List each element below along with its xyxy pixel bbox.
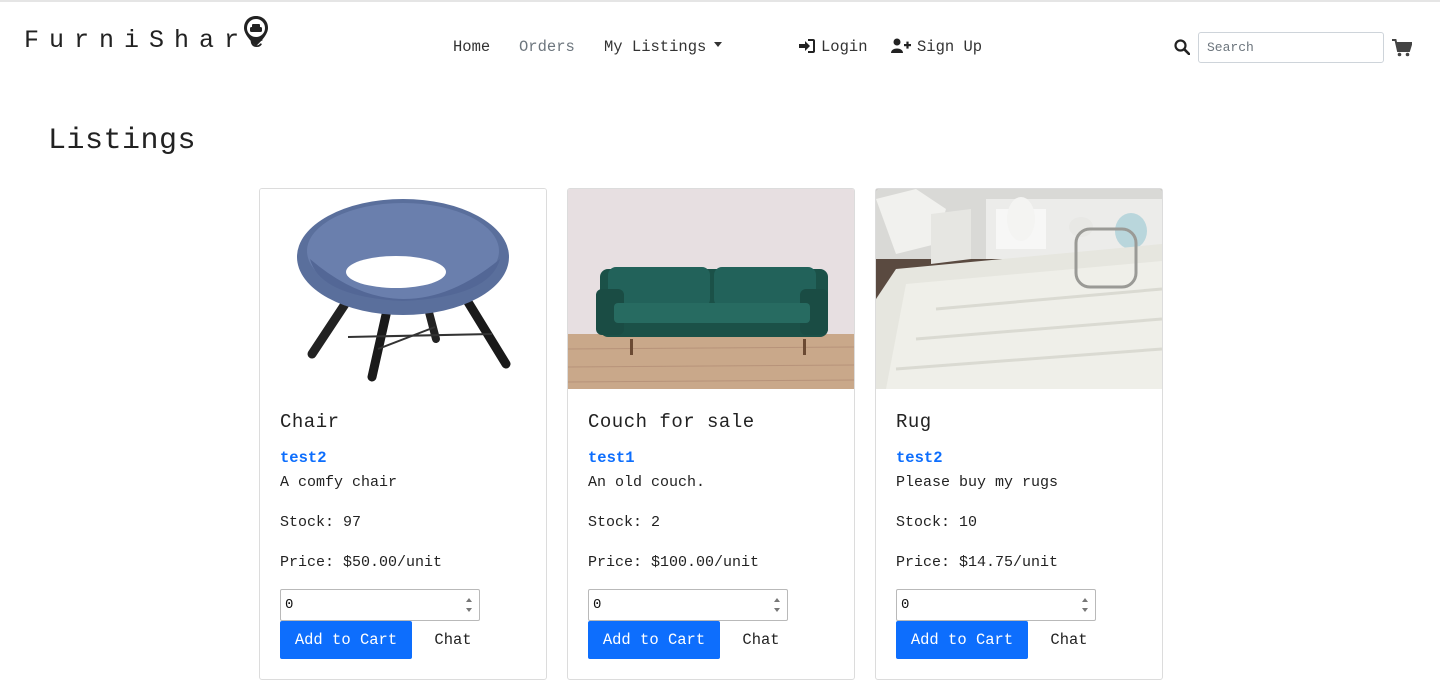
- nav-my-listings-dropdown[interactable]: My Listings: [604, 38, 723, 56]
- add-to-cart-button[interactable]: Add to Cart: [896, 621, 1028, 659]
- quantity-input[interactable]: 0: [896, 589, 1096, 621]
- add-to-cart-button[interactable]: Add to Cart: [588, 621, 720, 659]
- listing-price: Price: $50.00/unit: [280, 554, 443, 571]
- spinner-icon[interactable]: [465, 598, 473, 612]
- quantity-input[interactable]: 0: [588, 589, 788, 621]
- listing-seller-link[interactable]: test1: [588, 449, 635, 467]
- search-input[interactable]: [1198, 32, 1384, 63]
- add-to-cart-button[interactable]: Add to Cart: [280, 621, 412, 659]
- user-plus-icon: [891, 38, 911, 53]
- nav-orders[interactable]: Orders: [519, 38, 575, 56]
- listing-stock: Stock: 2: [588, 514, 661, 531]
- nav-signup-label: Sign Up: [917, 38, 983, 56]
- nav-login-label: Login: [821, 38, 868, 56]
- spinner-icon[interactable]: [773, 598, 781, 612]
- listing-price: Price: $100.00/unit: [588, 554, 760, 571]
- chat-button[interactable]: Chat: [420, 621, 486, 659]
- brand-logo[interactable]: FurniShare: [24, 26, 274, 55]
- listing-description: Please buy my rugs: [896, 474, 1059, 491]
- listing-seller-link[interactable]: test2: [280, 449, 327, 467]
- nav-home[interactable]: Home: [453, 38, 490, 56]
- nav-login[interactable]: Login: [799, 38, 868, 56]
- listing-image-rug: [876, 189, 1162, 389]
- listing-title: Chair: [280, 411, 340, 433]
- nav-signup[interactable]: Sign Up: [891, 38, 982, 56]
- sofa-pin-icon: [244, 16, 268, 46]
- listing-card: Couch for sale test1 An old couch. Stock…: [567, 188, 855, 680]
- listing-description: An old couch.: [588, 474, 706, 491]
- quantity-input[interactable]: 0: [280, 589, 480, 621]
- listing-stock: Stock: 97: [280, 514, 362, 531]
- nav-my-listings-label: My Listings: [604, 38, 707, 56]
- listing-card: Rug test2 Please buy my rugs Stock: 10 P…: [875, 188, 1163, 680]
- chat-button[interactable]: Chat: [728, 621, 794, 659]
- search-icon[interactable]: [1174, 39, 1190, 55]
- listing-image-chair: [260, 189, 546, 389]
- listing-price: Price: $14.75/unit: [896, 554, 1059, 571]
- shopping-cart-icon[interactable]: [1392, 39, 1412, 57]
- page-title: Listings: [48, 124, 197, 158]
- sign-in-icon: [799, 39, 815, 53]
- listing-description: A comfy chair: [280, 474, 398, 491]
- listing-image-couch: [568, 189, 854, 389]
- listing-stock: Stock: 10: [896, 514, 978, 531]
- listing-card: Chair test2 A comfy chair Stock: 97 Pric…: [259, 188, 547, 680]
- caret-down-icon: [714, 42, 723, 47]
- listing-title: Couch for sale: [588, 411, 755, 433]
- listing-seller-link[interactable]: test2: [896, 449, 943, 467]
- spinner-icon[interactable]: [1081, 598, 1089, 612]
- quantity-value: 0: [285, 597, 294, 613]
- quantity-value: 0: [901, 597, 910, 613]
- navbar: FurniShare Home Orders My Listings Login…: [0, 2, 1440, 92]
- chat-button[interactable]: Chat: [1036, 621, 1102, 659]
- listing-title: Rug: [896, 411, 932, 433]
- quantity-value: 0: [593, 597, 602, 613]
